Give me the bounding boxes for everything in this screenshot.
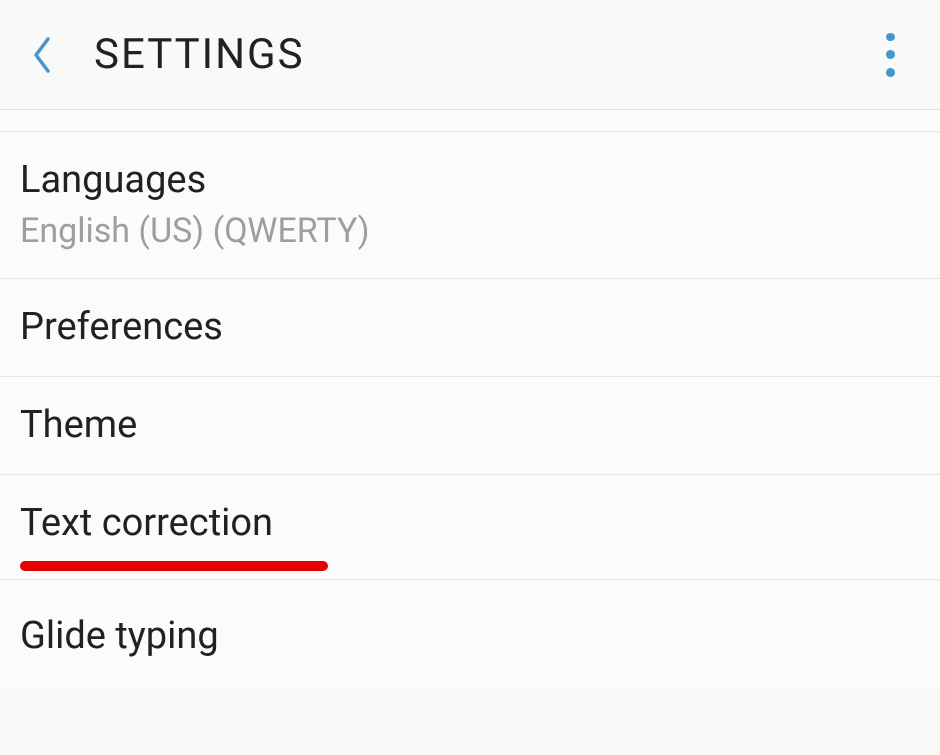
list-spacer [0, 110, 940, 132]
app-header: SETTINGS [0, 0, 940, 110]
settings-item-glide-typing[interactable]: Glide typing [0, 580, 940, 685]
item-title: Text correction [20, 499, 920, 548]
dot-icon [886, 33, 895, 42]
highlight-underline [20, 561, 328, 571]
settings-item-preferences[interactable]: Preferences [0, 279, 940, 377]
item-title: Preferences [20, 303, 920, 352]
settings-item-text-correction[interactable]: Text correction [0, 475, 940, 579]
back-icon[interactable] [20, 33, 64, 77]
chevron-left-icon [30, 35, 54, 75]
item-title: Theme [20, 401, 920, 450]
settings-list: Languages English (US) (QWERTY) Preferen… [0, 110, 940, 685]
item-title: Glide typing [20, 612, 920, 661]
dot-icon [886, 68, 895, 77]
settings-item-languages[interactable]: Languages English (US) (QWERTY) [0, 132, 940, 279]
settings-item-theme[interactable]: Theme [0, 377, 940, 475]
item-subtitle: English (US) (QWERTY) [20, 209, 920, 253]
more-vert-icon[interactable] [868, 33, 912, 77]
dot-icon [886, 50, 895, 59]
page-title: SETTINGS [94, 30, 305, 79]
item-title: Languages [20, 156, 920, 205]
